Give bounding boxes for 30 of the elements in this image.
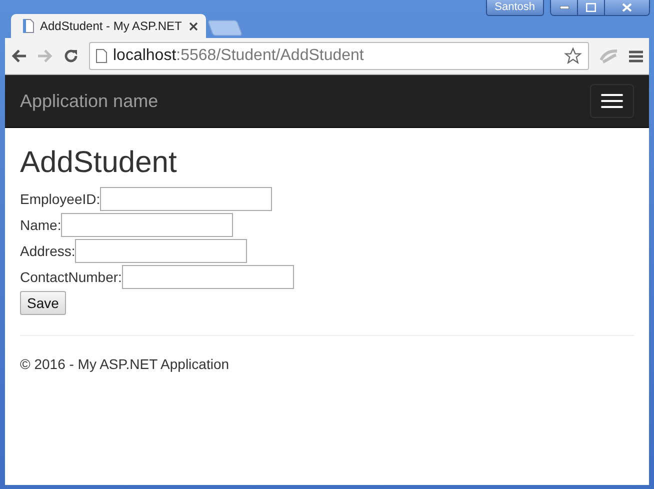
input-field[interactable]	[75, 239, 248, 263]
input-field[interactable]	[61, 213, 234, 237]
tab-title: AddStudent - My ASP.NET	[40, 19, 183, 33]
brand-link[interactable]: Application name	[20, 90, 158, 112]
menu-icon[interactable]	[629, 50, 643, 62]
page-heading: AddStudent	[20, 146, 178, 180]
footer-text: © 2016 - My ASP.NET Application	[20, 356, 230, 372]
field-label: Address:	[20, 243, 76, 259]
maximize-button[interactable]	[577, 0, 604, 15]
field-label: ContactNumber:	[20, 269, 122, 285]
page-icon	[96, 49, 107, 63]
address-bar[interactable]: localhost:5568/Student/AddStudent	[89, 42, 589, 70]
close-icon	[622, 3, 632, 12]
minimize-icon	[560, 6, 568, 9]
minimize-button[interactable]	[551, 0, 577, 15]
field-label: Name:	[20, 217, 62, 233]
field-label: EmployeeID:	[20, 191, 100, 207]
menu-button[interactable]	[590, 84, 634, 118]
browser-tab[interactable]: AddStudent - My ASP.NET	[11, 14, 206, 38]
close-button[interactable]	[604, 0, 649, 15]
reload-icon[interactable]	[63, 48, 79, 64]
save-button[interactable]: Save	[20, 291, 66, 315]
back-icon[interactable]	[11, 49, 27, 63]
url-text: localhost:5568/Student/AddStudent	[113, 47, 365, 65]
close-icon[interactable]	[189, 22, 198, 30]
maximize-icon	[586, 3, 596, 12]
page-icon	[23, 19, 34, 33]
star-icon[interactable]	[564, 47, 582, 65]
input-field[interactable]	[100, 187, 272, 211]
input-field[interactable]	[122, 265, 294, 289]
